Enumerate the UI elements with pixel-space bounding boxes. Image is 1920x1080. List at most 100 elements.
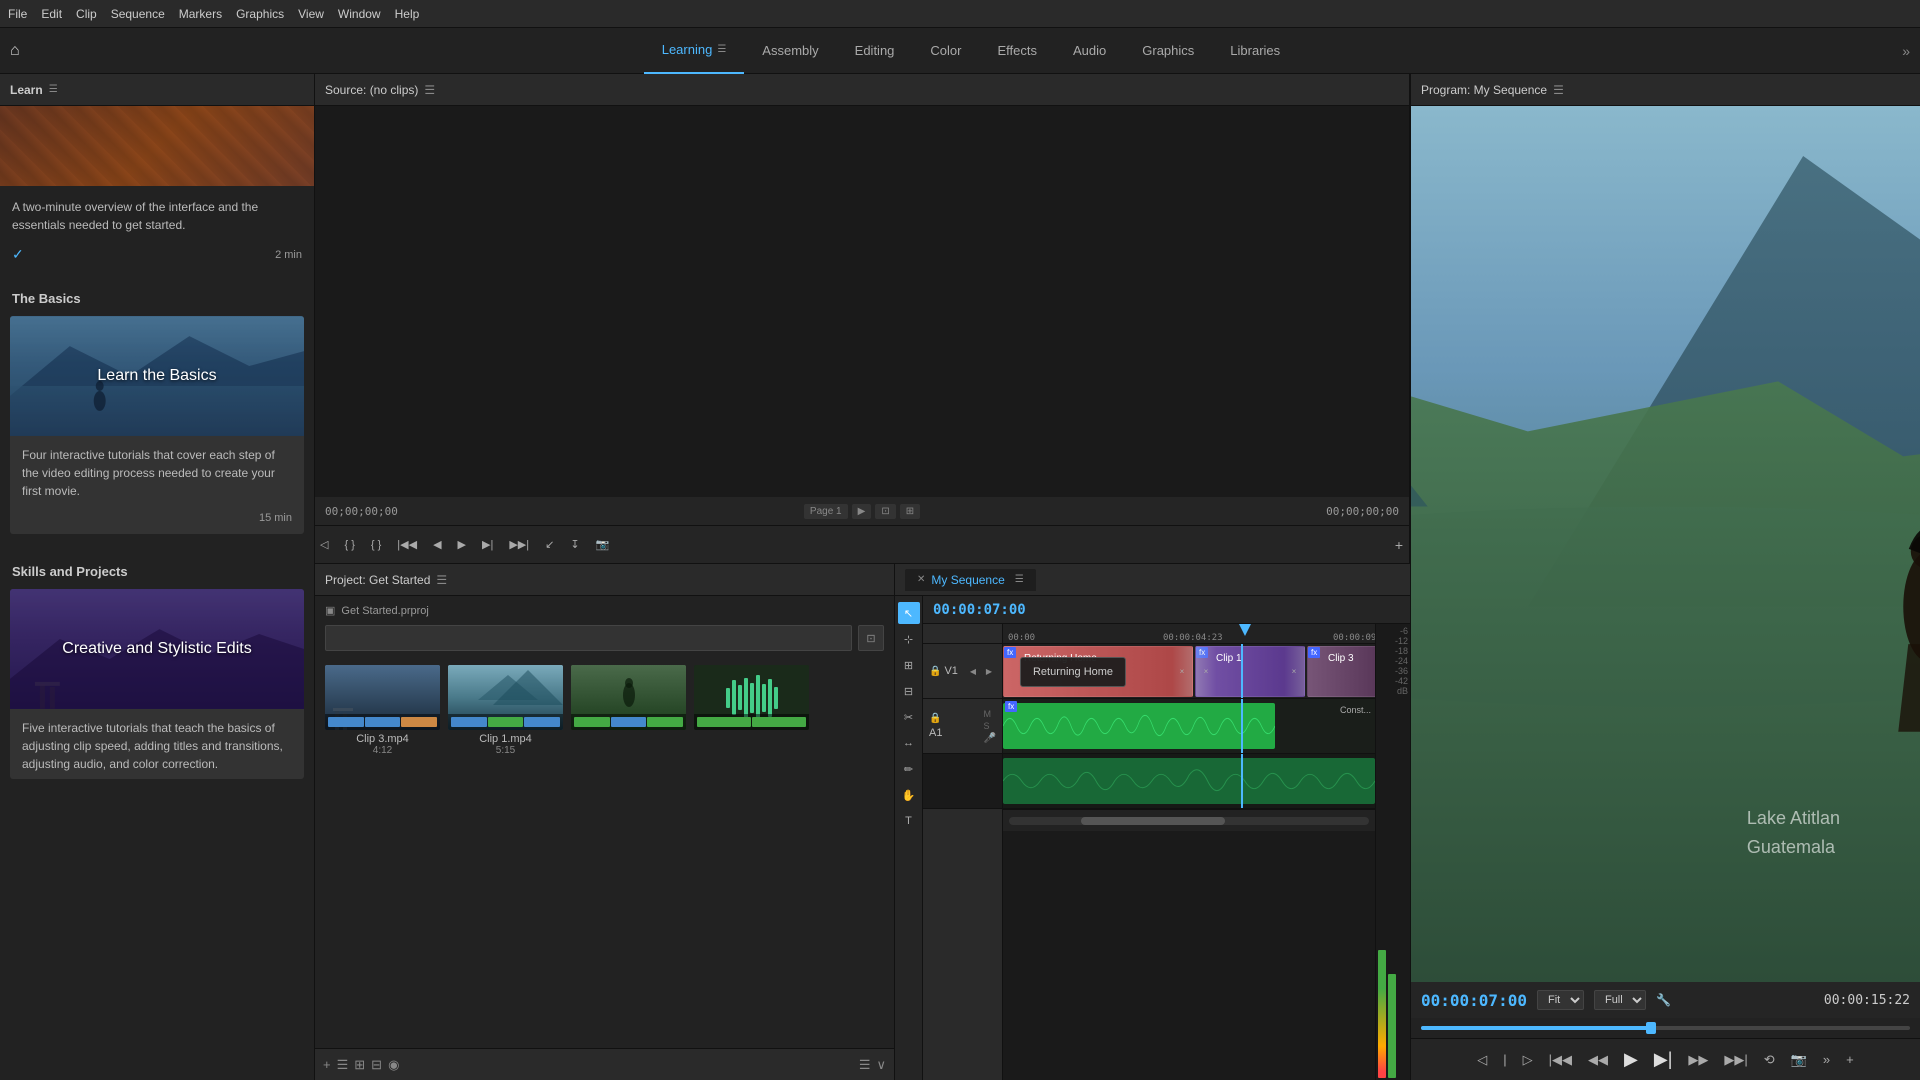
source-mark-out-btn2[interactable]: { }	[366, 536, 386, 554]
prog-mark-in-btn[interactable]: ◁	[1471, 1048, 1493, 1072]
tab-assembly[interactable]: Assembly	[744, 28, 836, 74]
menu-help[interactable]: Help	[395, 7, 420, 21]
project-icon-view-btn[interactable]: ⊞	[354, 1057, 365, 1073]
v1-track[interactable]: fx Returning Home × fx Clip 1	[1003, 644, 1375, 699]
menu-view[interactable]: View	[298, 7, 324, 21]
menu-edit[interactable]: Edit	[41, 7, 62, 21]
prog-mark-out-btn[interactable]: ▷	[1517, 1048, 1539, 1072]
timeline-scrollbar-thumb[interactable]	[1081, 817, 1225, 825]
source-play-btn[interactable]: ▶	[453, 535, 471, 554]
tab-effects[interactable]: Effects	[979, 28, 1055, 74]
source-add-btn[interactable]: +	[1395, 537, 1403, 553]
menu-clip[interactable]: Clip	[76, 7, 97, 21]
menu-sequence[interactable]: Sequence	[111, 7, 165, 21]
page-label[interactable]: Page 1	[804, 504, 848, 519]
prog-play-fwd-btn[interactable]: ▶|	[1648, 1045, 1679, 1074]
tab-audio[interactable]: Audio	[1055, 28, 1124, 74]
media-item-person[interactable]	[571, 665, 686, 756]
menu-graphics[interactable]: Graphics	[236, 7, 284, 21]
clip-clip1[interactable]: fx Clip 1 × ×	[1195, 646, 1305, 697]
source-export-btn[interactable]: 📷	[591, 535, 615, 554]
tab-learning-menu-icon[interactable]: ☰	[717, 44, 726, 55]
type-tool-btn[interactable]: T	[898, 810, 920, 832]
home-button[interactable]: ⌂	[10, 42, 20, 60]
fit-btn[interactable]: ⊡	[875, 504, 895, 519]
selection-tool-btn[interactable]: ↖	[898, 602, 920, 624]
prog-play-btn[interactable]: ▶	[1618, 1045, 1644, 1074]
source-overwrite-btn[interactable]: ↧	[565, 535, 584, 554]
ripple-tool-btn[interactable]: ⊞	[898, 654, 920, 676]
pen-tool-btn[interactable]: ✏	[898, 758, 920, 780]
timeline-scroll-bar[interactable]	[1003, 809, 1375, 831]
prog-go-end-btn[interactable]: ▶▶|	[1718, 1048, 1753, 1072]
edit-tool-btn[interactable]: ⊹	[898, 628, 920, 650]
tracks-timeline[interactable]: 00:00 00:00:04:23 00:00:09:23 00:00:14:2…	[1003, 624, 1375, 1080]
tab-color[interactable]: Color	[912, 28, 979, 74]
project-panel-menu-icon[interactable]: ☰	[436, 573, 447, 587]
hand-tool-btn[interactable]: ✋	[898, 784, 920, 806]
media-item-clip3[interactable]: Clip 3.mp4 4:12	[325, 665, 440, 756]
tab-learning[interactable]: Learning ☰	[644, 28, 745, 74]
project-search-input[interactable]	[325, 625, 852, 651]
project-new-item-btn[interactable]: +	[323, 1057, 331, 1072]
tab-editing[interactable]: Editing	[837, 28, 913, 74]
menu-markers[interactable]: Markers	[179, 7, 222, 21]
project-sort-btn[interactable]: ◉	[388, 1057, 399, 1073]
v1-prev-btn[interactable]: ◀	[966, 664, 980, 678]
creative-edits-card[interactable]: Creative and Stylistic Edits Five intera…	[10, 589, 304, 779]
source-monitor-menu-icon[interactable]: ☰	[424, 83, 435, 97]
prog-camera-btn[interactable]: 📷	[1785, 1048, 1813, 1072]
playbar-marker[interactable]	[1646, 1022, 1656, 1034]
timeline-close-icon[interactable]: ✕	[917, 574, 925, 585]
a1-track[interactable]: fx Const...	[1003, 699, 1375, 754]
tab-libraries[interactable]: Libraries	[1212, 28, 1298, 74]
source-mark-out-btn[interactable]: { }	[339, 536, 359, 554]
fit-dropdown[interactable]: Fit	[1537, 990, 1584, 1010]
source-step-fwd-btn[interactable]: ▶|	[477, 535, 498, 554]
v1-next-btn[interactable]: ▶	[982, 664, 996, 678]
learn-basics-card[interactable]: Learn the Basics Four interactive tutori…	[10, 316, 304, 534]
prog-add-btn[interactable]: +	[1840, 1048, 1860, 1071]
timeline-tab[interactable]: ✕ My Sequence ☰	[905, 569, 1036, 591]
project-icon-btn[interactable]: ⊡	[858, 625, 884, 651]
clip-clip3[interactable]: fx Clip 3	[1307, 646, 1375, 697]
quality-dropdown[interactable]: Full	[1594, 990, 1646, 1010]
program-playbar[interactable]	[1411, 1018, 1920, 1038]
learn-panel-menu-icon[interactable]: ☰	[49, 84, 58, 95]
source-go-out-btn[interactable]: ▶▶|	[504, 535, 534, 554]
prog-go-start-btn[interactable]: |◀◀	[1543, 1048, 1578, 1072]
r-track[interactable]	[1003, 754, 1375, 809]
playbar-track[interactable]	[1421, 1026, 1910, 1030]
menu-file[interactable]: File	[8, 7, 27, 21]
learn-intro-thumbnail[interactable]	[0, 106, 314, 186]
source-mark-in-btn[interactable]: ◁	[315, 535, 333, 554]
v1-lock-icon[interactable]: 🔒	[929, 666, 941, 677]
project-settings-btn[interactable]: ☰	[859, 1057, 871, 1073]
prog-step-fwd-btn[interactable]: ▶▶	[1682, 1048, 1714, 1072]
source-go-in-btn[interactable]: |◀◀	[392, 535, 422, 554]
media-item-clip1[interactable]: Clip 1.mp4 5:15	[448, 665, 563, 756]
project-freeform-btn[interactable]: ⊟	[371, 1057, 382, 1073]
project-close-btn[interactable]: ∨	[876, 1057, 886, 1073]
timeline-scrollbar-track[interactable]	[1009, 817, 1369, 825]
slip-tool-btn[interactable]: ↔	[898, 732, 920, 754]
prog-loop-btn[interactable]: ⟲	[1758, 1048, 1781, 1072]
prog-step-back-btn[interactable]: ◀◀	[1582, 1048, 1614, 1072]
page-next-btn[interactable]: ▶	[852, 504, 872, 519]
zoom-btn[interactable]: ⊞	[900, 504, 920, 519]
project-list-view-btn[interactable]: ☰	[337, 1057, 349, 1073]
wrench-icon[interactable]: 🔧	[1656, 993, 1671, 1007]
source-insert-btn[interactable]: ↙	[540, 535, 559, 554]
tab-graphics[interactable]: Graphics	[1124, 28, 1212, 74]
rate-stretch-btn[interactable]: ⊟	[898, 680, 920, 702]
prog-more-btn[interactable]: »	[1817, 1048, 1836, 1071]
nav-more-button[interactable]: »	[1902, 43, 1910, 59]
media-item-audio[interactable]	[694, 665, 809, 756]
a1-lock-icon[interactable]: 🔒	[929, 713, 941, 724]
timeline-tab-menu-icon[interactable]: ☰	[1015, 574, 1024, 585]
program-monitor-menu-icon[interactable]: ☰	[1553, 83, 1564, 97]
prog-add-marker-btn[interactable]: |	[1497, 1048, 1512, 1071]
razor-tool-btn[interactable]: ✂	[898, 706, 920, 728]
source-step-back-btn[interactable]: ◀	[428, 535, 446, 554]
menu-window[interactable]: Window	[338, 7, 381, 21]
